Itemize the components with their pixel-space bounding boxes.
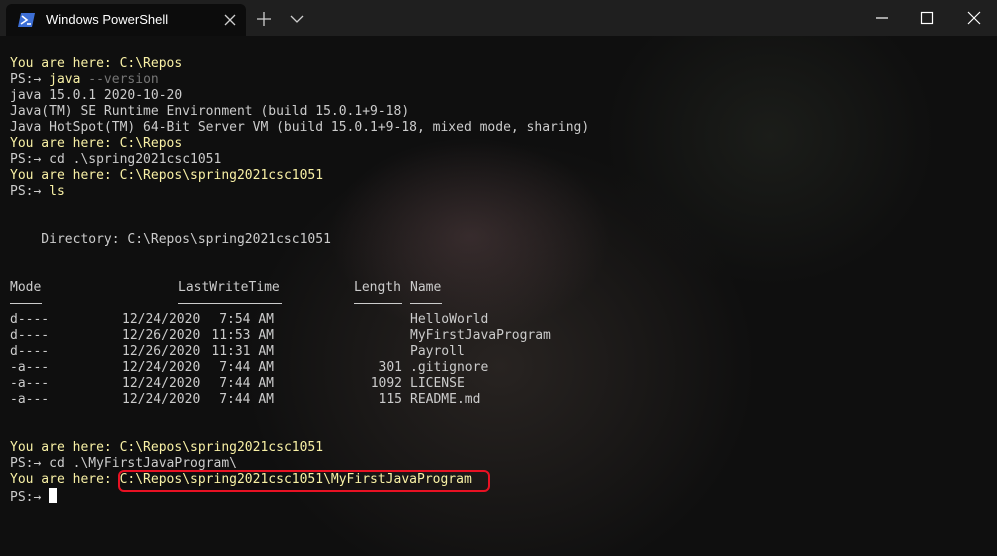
terminal-line: You are here: C:\Repos bbox=[10, 136, 183, 151]
ls-row: -a--- 12/24/2020 7:44 AM 1092 LICENSE bbox=[10, 376, 589, 392]
terminal-line: PS:→ ls bbox=[10, 184, 65, 199]
ls-cell-mode: d---- bbox=[10, 344, 50, 359]
ls-cell-time: 7:44 AM bbox=[219, 376, 274, 391]
terminal-line: Java HotSpot(TM) 64-Bit Server VM (build… bbox=[10, 120, 590, 135]
ls-cell-date: 12/24/2020 bbox=[122, 376, 201, 391]
ls-cell-name: Payroll bbox=[410, 344, 465, 359]
ls-row: d---- 12/24/2020 7:54 AM HelloWorld bbox=[10, 312, 589, 328]
terminal-line: java 15.0.1 2020-10-20 bbox=[10, 88, 183, 103]
ls-cell-time: 7:44 AM bbox=[219, 360, 274, 375]
terminal-line: PS:→ java --version bbox=[10, 72, 159, 87]
ls-row: d---- 12/26/2020 11:31 AM Payroll bbox=[10, 344, 589, 360]
ls-row: d---- 12/26/2020 11:53 AM MyFirstJavaProgra… bbox=[10, 328, 589, 344]
ls-cell-date: 12/24/2020 bbox=[122, 312, 201, 327]
ls-cell-name: HelloWorld bbox=[410, 312, 489, 327]
title-bar: Windows PowerShell bbox=[0, 0, 997, 36]
ls-cell-mode: -a--- bbox=[10, 360, 50, 375]
directory-line: Directory: C:\Repos\spring2021csc1051 bbox=[10, 232, 331, 247]
ls-cell-mode: d---- bbox=[10, 328, 50, 343]
terminal-line: Java(TM) SE Runtime Environment (build 1… bbox=[10, 104, 410, 119]
ls-cell-mode: -a--- bbox=[10, 392, 50, 407]
ls-header: Mode LastWriteTime Length Name bbox=[10, 280, 442, 295]
ls-cell-time: 7:54 AM bbox=[219, 312, 274, 327]
terminal-line: You are here: C:\Repos\spring2021csc1051 bbox=[10, 168, 324, 183]
ls-cell-mode: -a--- bbox=[10, 376, 50, 391]
ls-cell-length: 1092 bbox=[370, 376, 402, 391]
ls-cell-date: 12/26/2020 bbox=[122, 344, 201, 359]
ls-cell-time: 11:53 AM bbox=[211, 328, 274, 343]
text-cursor bbox=[49, 488, 58, 503]
plus-icon[interactable] bbox=[256, 11, 272, 27]
powershell-icon bbox=[18, 13, 35, 27]
ls-cell-date: 12/24/2020 bbox=[122, 392, 201, 407]
window-close-icon[interactable] bbox=[966, 10, 982, 26]
chevron-down-icon[interactable] bbox=[290, 12, 304, 26]
ls-row: -a--- 12/24/2020 7:44 AM 115 README.md bbox=[10, 392, 589, 408]
maximize-icon[interactable] bbox=[919, 10, 935, 26]
ls-header-underline bbox=[10, 296, 589, 312]
ls-cell-date: 12/24/2020 bbox=[122, 360, 201, 375]
ls-cell-time: 11:31 AM bbox=[211, 344, 274, 359]
ls-cell-name: MyFirstJavaProgram bbox=[410, 328, 551, 343]
ls-cell-time: 7:44 AM bbox=[219, 392, 274, 407]
ls-cell-date: 12/26/2020 bbox=[122, 328, 201, 343]
ls-cell-name: README.md bbox=[410, 392, 481, 407]
terminal-pane[interactable]: You are here: C:\Repos PS:→ java --versi… bbox=[0, 36, 997, 556]
ls-cell-name: LICENSE bbox=[410, 376, 465, 391]
terminal-output: You are here: C:\Repos PS:→ java --versi… bbox=[10, 56, 590, 505]
highlight-annotation bbox=[118, 470, 490, 492]
terminal-line: You are here: C:\Repos\spring2021csc1051 bbox=[10, 440, 324, 455]
ls-row: -a--- 12/24/2020 7:44 AM 301 .gitignore bbox=[10, 360, 589, 376]
ls-cell-length: 301 bbox=[378, 360, 402, 375]
tab-title: Windows PowerShell bbox=[46, 12, 169, 27]
ls-table: d---- 12/24/2020 7:54 AM HelloWorld d---- 12/… bbox=[10, 312, 589, 408]
terminal-line: You are here: C:\Repos bbox=[10, 56, 183, 71]
ls-cell-mode: d---- bbox=[10, 312, 50, 327]
minimize-icon[interactable] bbox=[874, 10, 890, 26]
ls-cell-name: .gitignore bbox=[410, 360, 489, 375]
ls-cell-length: 115 bbox=[378, 392, 402, 407]
close-tab-icon[interactable] bbox=[222, 12, 238, 28]
terminal-line: PS:→ cd .\spring2021csc1051 bbox=[10, 152, 222, 167]
tab-windows-powershell[interactable]: Windows PowerShell bbox=[6, 4, 246, 36]
